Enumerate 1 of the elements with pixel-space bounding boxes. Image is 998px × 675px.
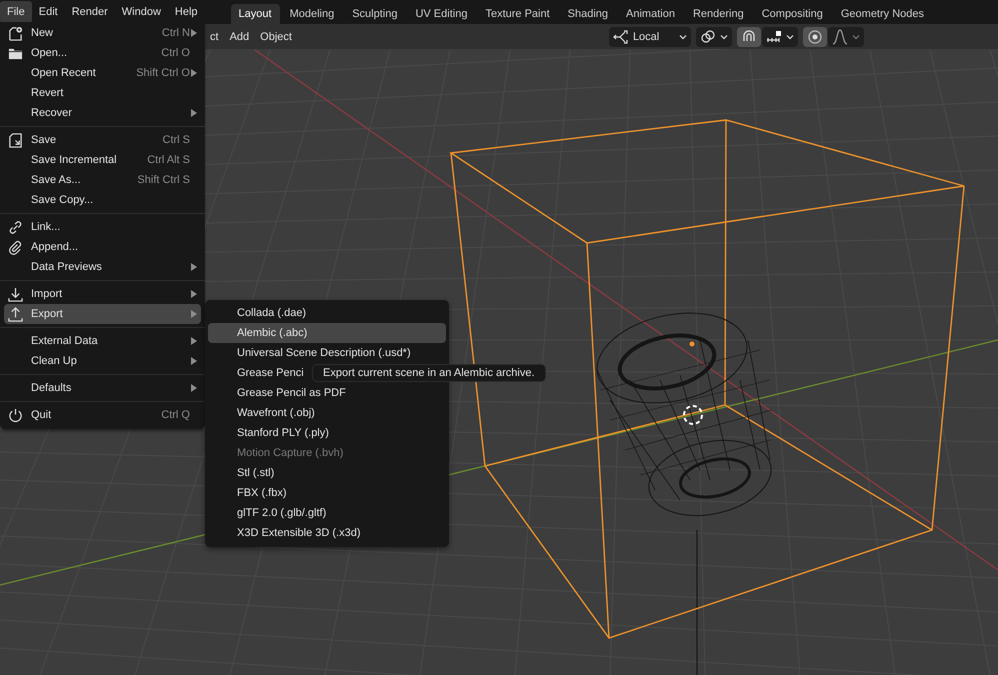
tooltip: Export current scene in an Alembic archive. (312, 364, 546, 382)
